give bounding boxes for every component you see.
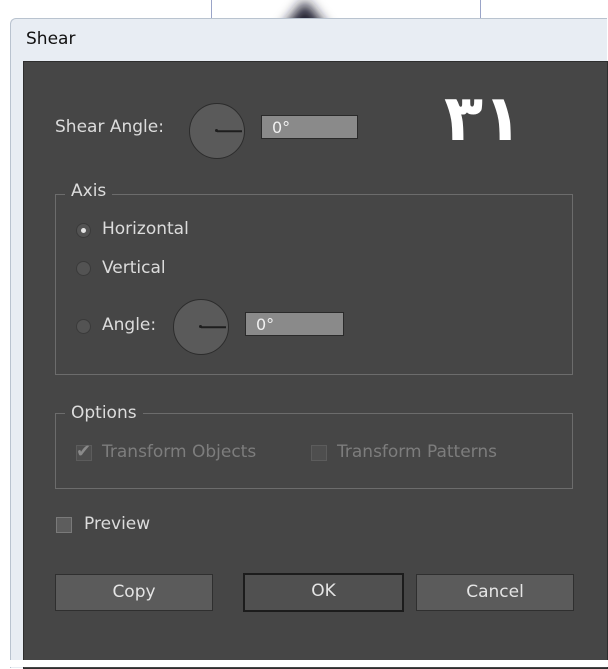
transform-objects-label[interactable]: Transform Objects bbox=[102, 442, 256, 462]
checkmark-icon: ✔ bbox=[76, 441, 92, 462]
shear-angle-label: Shear Angle: bbox=[55, 117, 164, 137]
shear-angle-input[interactable]: 0° bbox=[261, 115, 358, 139]
bottom-edge bbox=[0, 660, 608, 667]
dial-hand bbox=[217, 130, 242, 132]
transform-objects-checkbox[interactable]: ✔ bbox=[76, 441, 92, 462]
horizontal-radio[interactable] bbox=[76, 223, 91, 238]
ok-button[interactable]: OK bbox=[243, 573, 404, 612]
dial-hand bbox=[201, 326, 226, 328]
angle-radio-label[interactable]: Angle: bbox=[102, 315, 156, 335]
preview-checkbox[interactable] bbox=[56, 517, 72, 533]
vertical-radio-label[interactable]: Vertical bbox=[102, 258, 166, 278]
vertical-radio[interactable] bbox=[76, 261, 91, 276]
horizontal-radio-label[interactable]: Horizontal bbox=[102, 219, 189, 239]
shear-angle-dial[interactable] bbox=[189, 103, 245, 159]
cancel-button[interactable]: Cancel bbox=[416, 574, 574, 611]
angle-radio[interactable] bbox=[76, 319, 91, 334]
options-group-title: Options bbox=[65, 403, 143, 423]
dial-hub bbox=[199, 325, 202, 328]
transform-patterns-label[interactable]: Transform Patterns bbox=[337, 442, 497, 462]
dial-hub bbox=[215, 129, 218, 132]
window-title: Shear bbox=[26, 29, 76, 49]
copy-button[interactable]: Copy bbox=[55, 574, 213, 611]
overlay-numerals: ٣١ bbox=[444, 82, 523, 156]
axis-group-title: Axis bbox=[65, 181, 113, 201]
shear-dialog: Shear Angle: 0° ٣١ Axis Horizontal Verti… bbox=[23, 61, 608, 669]
axis-angle-input[interactable]: 0° bbox=[245, 312, 344, 336]
transform-patterns-checkbox[interactable] bbox=[311, 445, 327, 461]
axis-angle-dial[interactable] bbox=[173, 299, 229, 355]
preview-label[interactable]: Preview bbox=[84, 514, 150, 534]
